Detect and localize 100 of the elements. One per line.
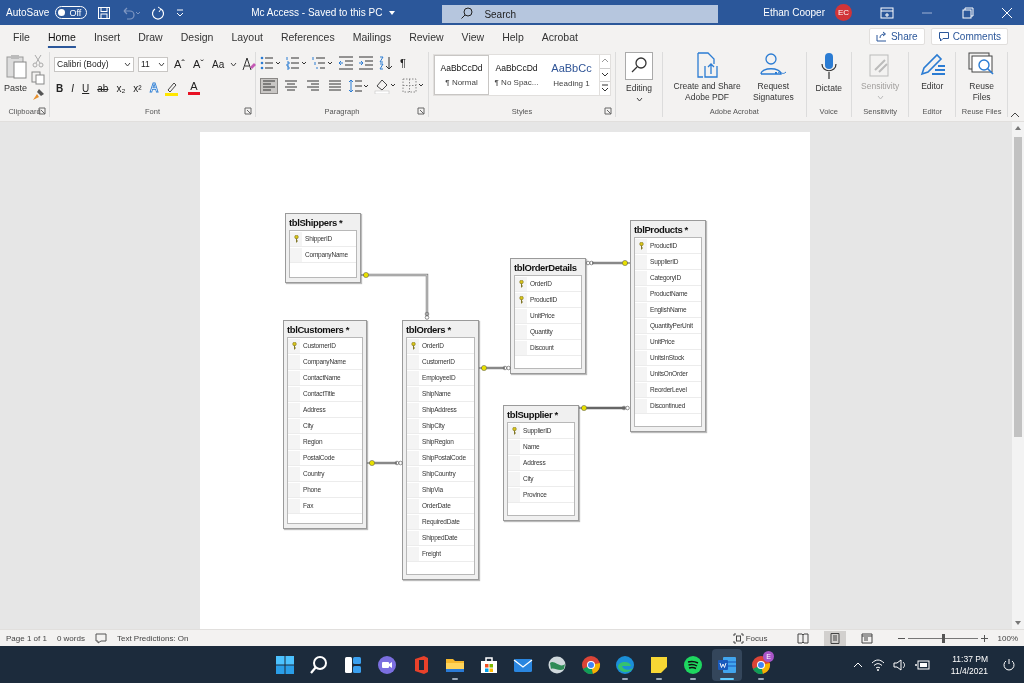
ribbon-display-icon[interactable] bbox=[880, 6, 894, 19]
ribbon-button[interactable]: Editor bbox=[915, 52, 950, 92]
numbering-icon[interactable] bbox=[286, 56, 308, 70]
style-item[interactable]: AaBbCcDd ¶ No Spac... bbox=[489, 55, 544, 95]
multilevel-list-icon[interactable] bbox=[312, 56, 334, 70]
pdf-share-icon bbox=[695, 52, 720, 78]
ribbon-tab[interactable]: Acrobat bbox=[532, 25, 587, 48]
ribbon-tab[interactable]: File bbox=[4, 25, 39, 48]
page-count[interactable]: Page 1 of 1 bbox=[6, 633, 47, 643]
zoom-in-icon[interactable] bbox=[980, 634, 988, 642]
format-button[interactable]: x₂ bbox=[114, 82, 128, 94]
comments-button[interactable]: Comments bbox=[930, 28, 1008, 45]
ribbon-button[interactable]: Editing bbox=[622, 52, 656, 102]
bullets-icon[interactable] bbox=[260, 56, 282, 70]
paste-button[interactable]: Paste bbox=[4, 54, 27, 93]
taskbar-button[interactable] bbox=[712, 648, 742, 681]
zoom-slider[interactable] bbox=[897, 634, 988, 642]
start-icon bbox=[275, 654, 295, 675]
focus-button[interactable]: Focus bbox=[732, 632, 768, 644]
scroll-up-icon[interactable] bbox=[1014, 125, 1022, 131]
close-icon[interactable] bbox=[1000, 6, 1014, 19]
ribbon-tab[interactable]: View bbox=[452, 25, 494, 48]
font-size-dropdown[interactable]: 11 bbox=[138, 56, 168, 72]
dialog-launcher-icon[interactable] bbox=[244, 107, 252, 116]
show-formatting-button[interactable]: ¶ bbox=[398, 57, 408, 69]
format-button[interactable]: ab bbox=[95, 82, 111, 94]
format-painter-icon[interactable] bbox=[31, 88, 45, 102]
font-size-button[interactable]: Aˇ bbox=[191, 58, 206, 70]
pen-icon bbox=[918, 52, 947, 78]
comment-icon bbox=[937, 31, 950, 42]
share-button[interactable]: Share bbox=[868, 28, 925, 45]
scroll-down-icon[interactable] bbox=[1014, 620, 1022, 626]
font-size-button[interactable]: Aˆ bbox=[172, 58, 187, 70]
alignment-button[interactable] bbox=[326, 78, 344, 94]
format-button[interactable]: B bbox=[54, 82, 66, 94]
font-name-dropdown[interactable]: Calibri (Body) bbox=[54, 56, 134, 72]
vertical-scrollbar[interactable] bbox=[1012, 122, 1024, 629]
sort-icon[interactable] bbox=[378, 56, 394, 70]
avatar[interactable]: EC bbox=[835, 4, 852, 21]
proofing-icon[interactable] bbox=[94, 632, 107, 644]
restore-icon[interactable] bbox=[960, 6, 974, 19]
font-color-button[interactable]: A bbox=[188, 81, 200, 95]
caret-icon[interactable] bbox=[388, 9, 397, 16]
table-title: tblSupplier * bbox=[507, 408, 559, 422]
browser-icon bbox=[581, 654, 601, 675]
browser-icon bbox=[751, 654, 771, 675]
style-item[interactable]: AaBbCcDd ¶ Normal bbox=[434, 55, 489, 95]
document-title[interactable]: Mc Access - Saved to this PC bbox=[251, 7, 383, 18]
alignment-button[interactable] bbox=[282, 78, 300, 94]
ribbon-button[interactable]: Request Signatures bbox=[747, 52, 800, 103]
ribbon-tab[interactable]: References bbox=[271, 25, 344, 48]
relationship-line bbox=[366, 460, 403, 466]
save-icon[interactable] bbox=[97, 5, 112, 20]
search-field[interactable]: Search bbox=[442, 5, 719, 23]
scrollbar-thumb[interactable] bbox=[1014, 137, 1022, 437]
share-icon bbox=[875, 31, 888, 42]
battery-icon[interactable] bbox=[914, 658, 931, 671]
ribbon-tab[interactable]: Home bbox=[38, 25, 85, 48]
music-icon bbox=[683, 654, 703, 675]
decrease-indent-icon[interactable] bbox=[338, 56, 354, 70]
ribbon-tab[interactable]: Layout bbox=[222, 25, 272, 48]
dialog-launcher-icon[interactable] bbox=[417, 107, 425, 116]
volume-icon[interactable] bbox=[892, 658, 907, 671]
ribbon-tab[interactable]: Mailings bbox=[343, 25, 401, 48]
caret-icon[interactable] bbox=[230, 61, 238, 67]
format-button[interactable]: I bbox=[69, 82, 77, 94]
ribbon-button[interactable]: Create and Share Adobe PDF bbox=[669, 52, 746, 103]
ribbon-button[interactable]: Reuse Files bbox=[962, 52, 1001, 103]
alignment-button[interactable] bbox=[304, 78, 322, 94]
shading-icon[interactable] bbox=[374, 78, 398, 94]
format-button[interactable]: x² bbox=[131, 82, 144, 94]
search-icon bbox=[309, 654, 329, 675]
zoom-level[interactable]: 100% bbox=[997, 633, 1018, 643]
view-button[interactable] bbox=[823, 630, 846, 646]
wifi-icon[interactable] bbox=[870, 658, 885, 671]
ribbon-tab[interactable]: Help bbox=[493, 25, 533, 48]
collapse-ribbon-icon[interactable] bbox=[1010, 112, 1020, 118]
style-item[interactable]: AaBbCc Heading 1 bbox=[544, 55, 599, 95]
clock-time[interactable]: 11:37 PM bbox=[952, 653, 988, 664]
notification-icon[interactable] bbox=[1002, 657, 1016, 672]
word-count[interactable]: 0 words bbox=[56, 633, 85, 643]
dialog-launcher-icon[interactable] bbox=[604, 107, 612, 116]
change-case-button[interactable]: Aa bbox=[210, 58, 227, 70]
clear-formatting-icon[interactable] bbox=[241, 56, 258, 72]
text-predictions-status[interactable]: Text Predictions: On bbox=[116, 633, 189, 643]
relationship-line bbox=[360, 272, 430, 320]
table-title: tblCustomers * bbox=[287, 323, 351, 337]
user-name[interactable]: Ethan Cooper bbox=[763, 7, 825, 18]
redo-icon[interactable] bbox=[151, 5, 166, 20]
ribbon-tab[interactable]: Review bbox=[400, 25, 453, 48]
ribbon-button[interactable]: Dictate bbox=[812, 52, 846, 94]
ribbon-tab[interactable]: Design bbox=[171, 25, 223, 48]
signature-icon bbox=[759, 52, 788, 78]
line-spacing-icon[interactable] bbox=[348, 79, 370, 93]
zoom-slider-thumb[interactable] bbox=[941, 633, 945, 643]
format-button[interactable]: U bbox=[80, 82, 92, 94]
ribbon-tab[interactable]: Insert bbox=[84, 25, 130, 48]
chevron-up-icon[interactable] bbox=[852, 660, 863, 669]
clock-date[interactable]: 11/4/2021 bbox=[950, 665, 988, 676]
ribbon-tab[interactable]: Draw bbox=[129, 25, 172, 48]
